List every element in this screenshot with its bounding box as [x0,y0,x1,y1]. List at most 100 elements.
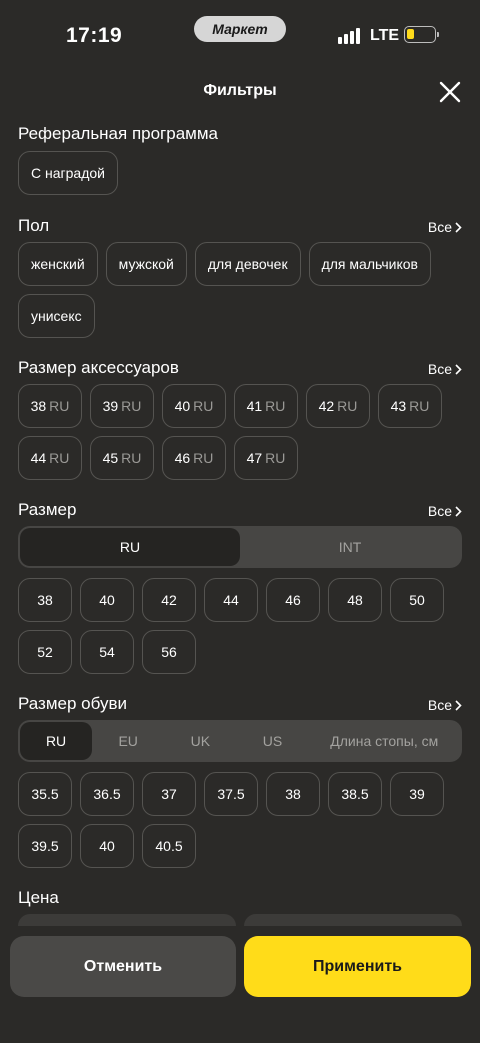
gender-chips: женский мужской для девочек для мальчиков ун… [18,242,462,338]
shoe-size-chip[interactable]: 40.5 [142,824,196,868]
accessory-size-chip[interactable]: 47 RU [234,436,298,480]
accessory-size-chip[interactable]: 39 RU [90,384,154,428]
accessory-size-chip-label: 47 [246,450,263,466]
see-all-label: Все [427,361,452,377]
see-all-shoe-size[interactable]: Все [428,697,462,713]
shoe-size-chip-label: 39 [409,786,425,802]
close-button[interactable] [434,76,466,108]
section-title-gender: Пол [18,216,50,235]
shoe-size-chip[interactable]: 40 [80,824,134,868]
signal-icon [338,27,362,44]
accessory-size-chip[interactable]: 46 RU [162,436,226,480]
accessory-size-chip-label: 38 [30,398,47,414]
gender-chip[interactable]: мужской [105,242,187,286]
size-unit-label: RU [265,450,286,466]
size-chip-label: 44 [223,592,239,608]
size-chip[interactable]: 38 [18,578,72,622]
referral-chip-label: С наградой [31,165,105,181]
size-chips: 38 40 42 44 46 48 50 52 54 56 [18,578,462,674]
gender-chip-label: для мальчиков [321,256,418,272]
size-system-tabs: RU INT [18,526,462,568]
gender-chip[interactable]: для мальчиков [308,242,431,286]
accessory-size-chip[interactable]: 45 RU [90,436,154,480]
see-all-size[interactable]: Все [428,503,462,519]
gender-chip[interactable]: женский [18,242,98,286]
shoe-size-system-tab[interactable]: UK [164,722,236,760]
accessory-size-chip[interactable]: 44 RU [18,436,82,480]
chevron-right-icon [455,699,462,711]
shoe-size-system-tab[interactable]: Длина стопы, см [309,722,460,760]
shoe-size-chip[interactable]: 38 [266,772,320,816]
size-chip-label: 42 [161,592,177,608]
size-chip[interactable]: 56 [142,630,196,674]
chevron-right-icon [455,221,462,233]
accessory-size-chip[interactable]: 40 RU [162,384,226,428]
shoe-size-chip-label: 38 [285,786,301,802]
accessory-size-chip-label: 39 [102,398,119,414]
size-chip-label: 48 [347,592,363,608]
size-chip[interactable]: 40 [80,578,134,622]
shoe-size-chip-label: 36.5 [93,786,121,802]
chevron-right-icon [455,363,462,375]
accessory-size-chip[interactable]: 38 RU [18,384,82,428]
brand-pill: Маркет [194,16,286,42]
shoe-size-system-tabs: RU EU UK US Длина стопы, см [18,720,462,762]
close-icon [439,81,461,103]
shoe-size-chips: 35.5 36.5 37 37.5 38 38.5 39 39.5 40 40.5 [18,772,462,868]
size-chip[interactable]: 42 [142,578,196,622]
see-all-accessory-size[interactable]: Все [428,361,462,377]
accessory-size-chip[interactable]: 41 RU [234,384,298,428]
referral-chip[interactable]: С наградой [18,151,118,195]
shoe-size-chip[interactable]: 35.5 [18,772,72,816]
shoe-size-chip[interactable]: 39 [390,772,444,816]
size-chip[interactable]: 48 [328,578,382,622]
shoe-size-chip[interactable]: 37.5 [204,772,258,816]
shoe-size-chip[interactable]: 38.5 [328,772,382,816]
accessory-size-chip[interactable]: 42 RU [306,384,370,428]
shoe-size-chip-label: 37.5 [217,786,245,802]
size-unit-label: RU [121,398,142,414]
size-unit-label: RU [193,398,214,414]
size-chip-label: 54 [99,644,115,660]
accessory-size-chip-label: 42 [318,398,335,414]
accessory-size-chip-label: 43 [390,398,407,414]
size-unit-label: RU [193,450,214,466]
accessory-size-chips: 38 RU 39 RU 40 RU 41 RU 42 RU 43 RU 44 RU 45 RU 46 RU 47 RU [18,384,462,480]
size-system-tab[interactable]: INT [240,528,460,566]
shoe-size-system-tab[interactable]: US [236,722,308,760]
shoe-size-chip[interactable]: 39.5 [18,824,72,868]
page-title: Фильтры [203,82,277,99]
shoe-size-system-tab[interactable]: EU [92,722,164,760]
size-chip-label: 52 [37,644,53,660]
gender-chip[interactable]: для девочек [194,242,301,286]
referral-chips: С наградой [18,151,118,195]
size-chip[interactable]: 50 [390,578,444,622]
shoe-size-system-tab[interactable]: RU [20,722,93,760]
accessory-size-chip-label: 44 [30,450,47,466]
size-unit-label: RU [409,398,430,414]
cancel-button[interactable]: Отменить [10,936,236,997]
shoe-size-chip-label: 37 [161,786,177,802]
shoe-size-chip[interactable]: 36.5 [80,772,134,816]
size-unit-label: RU [49,398,70,414]
size-chip-label: 56 [161,644,177,660]
shoe-size-chip[interactable]: 37 [142,772,196,816]
apply-button[interactable]: Применить [244,936,471,997]
size-system-tab[interactable]: RU [20,528,240,566]
shoe-size-chip-label: 40.5 [155,838,183,854]
size-chip[interactable]: 54 [80,630,134,674]
see-all-label: Все [427,219,452,235]
size-chip-label: 46 [285,592,301,608]
gender-chip[interactable]: унисекс [18,294,95,338]
size-chip[interactable]: 44 [204,578,258,622]
size-chip[interactable]: 52 [18,630,72,674]
size-chip[interactable]: 46 [266,578,320,622]
section-title-accessory-size: Размер аксессуаров [18,358,179,377]
chevron-right-icon [455,505,462,517]
status-time: 17:19 [66,24,123,47]
accessory-size-chip[interactable]: 43 RU [378,384,442,428]
gender-chip-label: женский [31,256,85,272]
shoe-size-chip-label: 38.5 [341,786,369,802]
see-all-gender[interactable]: Все [428,219,462,235]
see-all-label: Все [427,503,452,519]
